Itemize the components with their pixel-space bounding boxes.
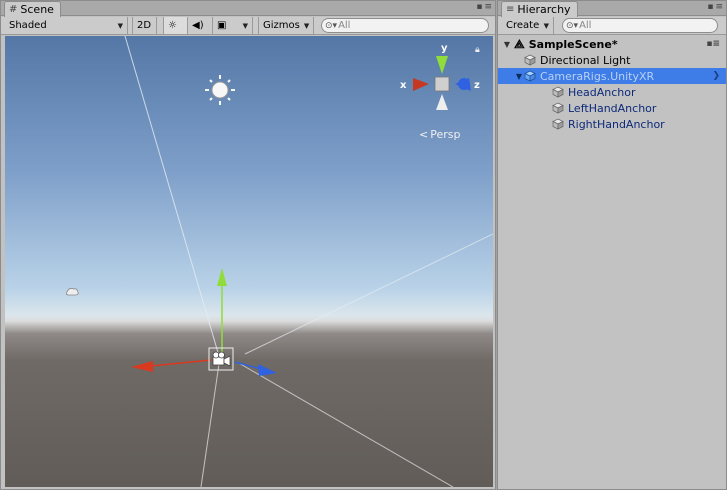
hierarchy-item-label: HeadAnchor [568, 85, 636, 99]
scene-menu-icon[interactable]: ▪≡ [706, 39, 720, 49]
shading-mode-dropdown[interactable]: Shaded ▼ [5, 17, 128, 34]
scene-root-row[interactable]: ▼ ⟁ SampleScene* ▪≡ [498, 36, 726, 52]
gizmo-y-cone[interactable] [436, 56, 448, 74]
lighting-toggle[interactable]: ☼ [163, 17, 188, 34]
toggle-2d-label: 2D [137, 20, 152, 31]
x-axis-handle[interactable] [150, 359, 212, 367]
hierarchy-item-label: LeftHandAnchor [568, 101, 657, 115]
cloud-icon [65, 288, 79, 296]
projection-label: Persp [430, 128, 461, 141]
hierarchy-tab-bar: ≡ Hierarchy ▪ ≡ [498, 1, 726, 17]
hierarchy-tab-label: Hierarchy [517, 2, 571, 16]
z-axis-arrow[interactable] [258, 364, 277, 376]
gameobject-cube-icon [552, 102, 564, 114]
hierarchy-row[interactable]: HeadAnchor [498, 84, 726, 100]
grid-line [236, 361, 454, 487]
scene-tab-menu[interactable]: ▪ ≡ [476, 2, 492, 12]
effects-dropdown[interactable]: ▣ ▼ [213, 17, 253, 34]
lock-icon[interactable]: 🔒︎ [475, 45, 480, 55]
orientation-gizmo[interactable]: y x z [400, 43, 480, 110]
gizmo-neg-y-cone[interactable] [436, 94, 448, 110]
prefab-chevron-icon[interactable]: ❯ [712, 71, 720, 81]
hierarchy-row[interactable]: Directional Light [498, 52, 726, 68]
dropdown-arrow-icon: ▼ [117, 21, 123, 30]
grid-line [200, 363, 220, 487]
gameobject-cube-icon [524, 70, 536, 82]
scene-viewport[interactable]: y x z 🔒︎ < Persp [5, 36, 493, 487]
gizmo-x-label: x [400, 80, 407, 91]
grid-icon: # [9, 3, 18, 15]
list-icon: ≡ [506, 3, 515, 15]
hierarchy-panel: ≡ Hierarchy ▪ ≡ Create ▼ ⊙▾ All ▼ ⟁ Samp… [497, 0, 727, 490]
hierarchy-row[interactable]: LeftHandAnchor [498, 100, 726, 116]
perspective-icon: < [419, 128, 429, 141]
scene-tab[interactable]: # Scene [4, 1, 61, 17]
gameobject-cube-icon [524, 54, 536, 66]
panel-menu-icon[interactable]: ≡ [715, 2, 723, 12]
gizmos-label: Gizmos [263, 20, 300, 31]
y-axis-arrow[interactable] [217, 268, 227, 286]
hierarchy-search-input[interactable]: ⊙▾ All [562, 18, 718, 33]
maximize-icon[interactable]: ▪ [707, 2, 713, 12]
gizmo-x-cone[interactable] [413, 78, 429, 91]
scene-search-input[interactable]: ⊙▾ All [321, 18, 489, 33]
dropdown-arrow-icon: ▼ [543, 21, 549, 30]
scene-tab-bar: # Scene ▪ ≡ [1, 1, 495, 17]
camera-icon[interactable] [208, 347, 234, 371]
hierarchy-tree: ▼ ⟁ SampleScene* ▪≡ Directional Light ▼ Ca… [498, 36, 726, 489]
toggle-2d-button[interactable]: 2D [132, 17, 157, 34]
hierarchy-tab[interactable]: ≡ Hierarchy [501, 1, 578, 17]
dropdown-arrow-icon: ▼ [242, 21, 248, 30]
gizmo-y-label: y [441, 43, 448, 54]
speaker-icon: ◀) [192, 20, 204, 31]
hierarchy-row[interactable]: ▼ CameraRigs.UnityXR ❯ [498, 68, 726, 84]
expand-arrow-icon[interactable]: ▼ [502, 40, 512, 49]
create-label: Create [506, 20, 540, 31]
hierarchy-item-label: Directional Light [540, 53, 631, 67]
hierarchy-item-label: CameraRigs.UnityXR [540, 69, 655, 83]
grid-line [124, 36, 220, 357]
shading-mode-label: Shaded [9, 20, 47, 31]
create-dropdown[interactable]: Create ▼ [502, 17, 554, 34]
hierarchy-item-label: RightHandAnchor [568, 117, 665, 131]
hierarchy-search-placeholder: All [579, 20, 592, 31]
expand-arrow-icon[interactable]: ▼ [514, 72, 524, 81]
scene-search-placeholder: All [338, 20, 351, 31]
sun-icon: ☼ [168, 20, 177, 31]
panel-menu-icon[interactable]: ≡ [484, 2, 492, 12]
grid-line [244, 233, 493, 355]
hierarchy-toolbar: Create ▼ ⊙▾ All [498, 17, 726, 35]
projection-toggle[interactable]: < Persp [419, 128, 460, 141]
gizmo-center-cube[interactable] [434, 76, 450, 92]
scene-panel: # Scene ▪ ≡ Shaded ▼ 2D ☼ ◀) ▣ ▼ Gizmos … [0, 0, 496, 490]
gameobject-cube-icon [552, 118, 564, 130]
directional-light-icon[interactable] [205, 75, 235, 105]
image-icon: ▣ [217, 20, 227, 31]
x-axis-arrow[interactable] [131, 361, 153, 372]
scene-name: SampleScene* [528, 37, 618, 51]
audio-toggle[interactable]: ◀) [188, 17, 213, 34]
hierarchy-tab-menu[interactable]: ▪ ≡ [707, 2, 723, 12]
gizmos-dropdown[interactable]: Gizmos ▼ [258, 17, 314, 34]
search-icon: ⊙▾ [566, 20, 579, 31]
dropdown-arrow-icon: ▼ [303, 21, 310, 30]
hierarchy-row[interactable]: RightHandAnchor [498, 116, 726, 132]
gizmo-z-label: z [474, 80, 480, 91]
scene-toolbar: Shaded ▼ 2D ☼ ◀) ▣ ▼ Gizmos ▼ ⊙▾ All [1, 17, 495, 35]
scene-view-canvas: y x z [65, 36, 493, 487]
unity-logo-icon: ⟁ [514, 36, 525, 51]
maximize-icon[interactable]: ▪ [476, 2, 482, 12]
gameobject-cube-icon [552, 86, 564, 98]
scene-tab-label: Scene [20, 2, 54, 16]
search-icon: ⊙▾ [325, 20, 338, 31]
gizmo-z-cap [458, 78, 470, 90]
